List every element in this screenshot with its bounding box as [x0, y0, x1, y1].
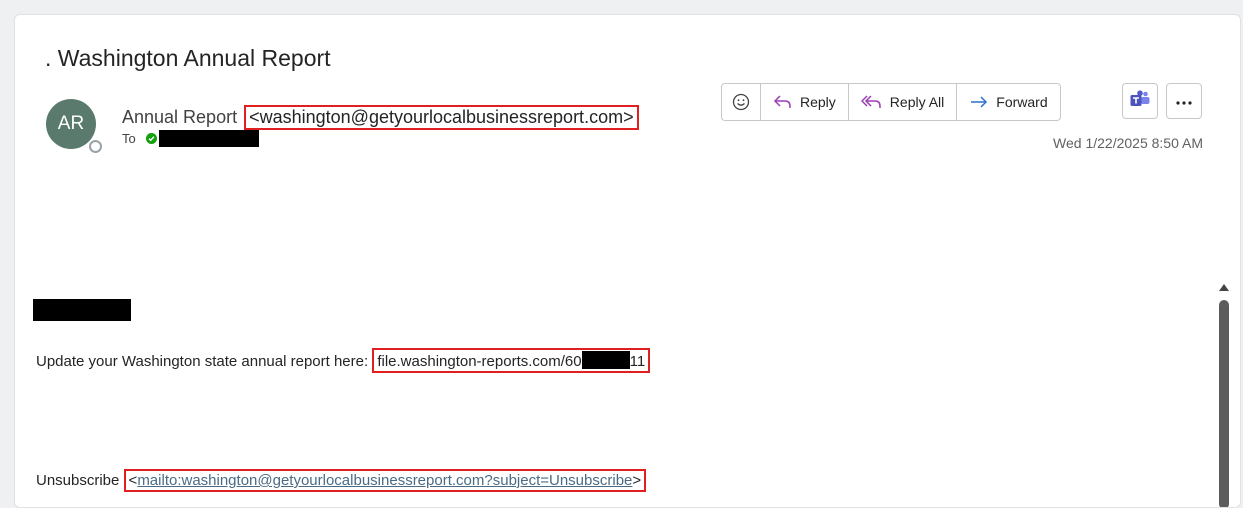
received-date: Wed 1/22/2025 8:50 AM	[1053, 135, 1203, 151]
scrollbar-thumb[interactable]	[1219, 300, 1229, 507]
reply-all-button[interactable]: Reply All	[849, 84, 958, 120]
report-link-end[interactable]: 11	[630, 353, 646, 370]
sender-email[interactable]: <washington@getyourlocalbusinessreport.c…	[249, 107, 634, 127]
unsubscribe-label: Unsubscribe	[36, 472, 124, 489]
body-text-update: Update your Washington state annual repo…	[36, 353, 373, 370]
report-link-line: Update your Washington state annual repo…	[36, 348, 651, 373]
emoji-reaction-button[interactable]	[722, 84, 761, 120]
reply-button[interactable]: Reply	[761, 84, 849, 120]
unsubscribe-link-highlight: <mailto:washington@getyourlocalbusinessr…	[123, 469, 647, 492]
more-options-icon	[1176, 92, 1192, 110]
scroll-up-arrow-icon[interactable]	[1219, 284, 1229, 291]
reply-label: Reply	[800, 94, 836, 110]
report-link-start[interactable]: file.washington-reports.com/60	[377, 353, 581, 370]
mailto-open-bracket: <	[128, 472, 138, 489]
forward-button[interactable]: Forward	[957, 84, 1059, 120]
vertical-scrollbar[interactable]	[1217, 280, 1231, 507]
reply-icon	[773, 94, 793, 110]
smiley-icon	[732, 93, 750, 111]
sender-name[interactable]: Annual Report	[122, 107, 237, 127]
email-reading-pane: . Washington Annual Report AR Annual Rep…	[14, 14, 1241, 508]
redacted-salutation	[33, 299, 131, 321]
sender-avatar[interactable]: AR	[46, 99, 96, 149]
more-options-button[interactable]	[1166, 83, 1202, 119]
avatar-initials: AR	[57, 113, 85, 134]
presence-status-icon	[89, 140, 102, 153]
reply-all-icon	[860, 94, 883, 110]
message-actions-toolbar: Reply Reply All Forward	[721, 83, 1061, 121]
redacted-recipient	[158, 130, 259, 147]
forward-arrow-icon	[969, 94, 989, 110]
reply-all-label: Reply All	[889, 94, 945, 110]
sender-email-highlight: <washington@getyourlocalbusinessreport.c…	[244, 105, 639, 130]
redacted-link-segment	[581, 351, 630, 369]
sender-line: Annual Report <washington@getyourlocalbu…	[122, 105, 639, 130]
recipient-line: To	[122, 130, 259, 147]
email-subject: . Washington Annual Report	[45, 45, 331, 71]
teams-icon	[1130, 89, 1150, 113]
recipient-available-icon	[145, 133, 157, 144]
report-link-highlight: file.washington-reports.com/60 11	[372, 348, 651, 373]
unsubscribe-mailto-link[interactable]: mailto:washington@getyourlocalbusinessre…	[137, 472, 632, 489]
to-label: To	[122, 131, 136, 146]
mailto-close-bracket: >	[632, 472, 642, 489]
forward-label: Forward	[996, 94, 1048, 110]
unsubscribe-line: Unsubscribe <mailto:washington@getyourlo…	[36, 469, 647, 492]
teams-share-button[interactable]	[1122, 83, 1158, 119]
